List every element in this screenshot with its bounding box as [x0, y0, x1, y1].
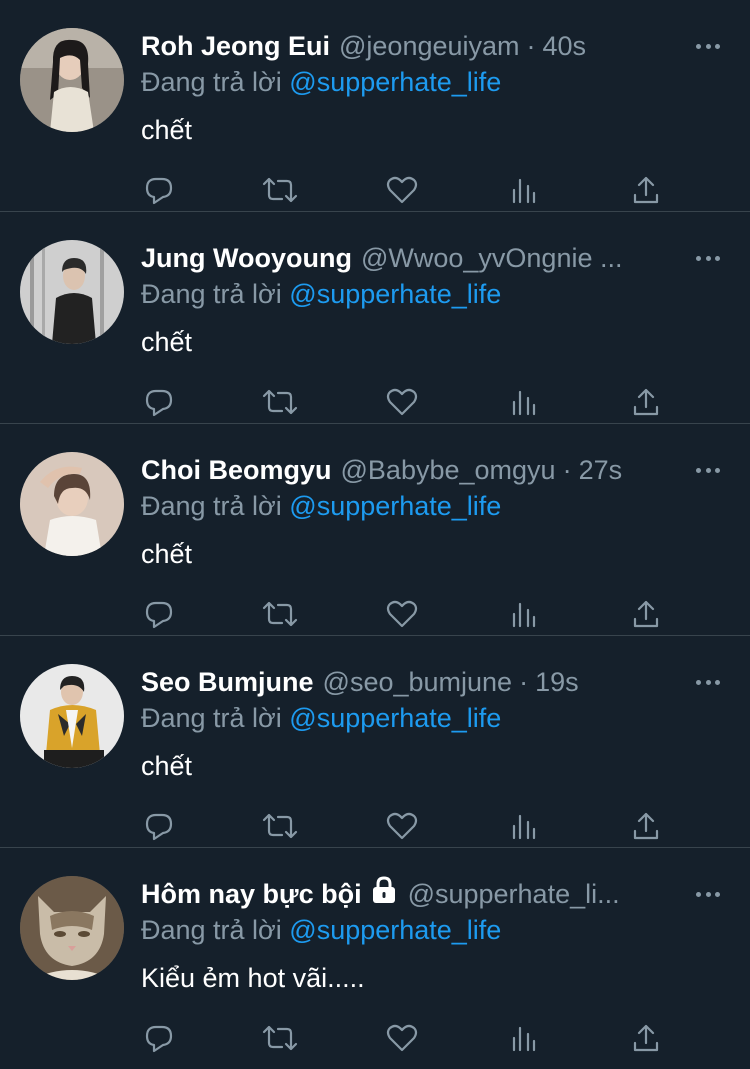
timestamp[interactable]: 40s [543, 28, 587, 64]
separator-dot: · [526, 31, 536, 61]
reply-prefix: Đang trả lời [141, 67, 282, 97]
reply-icon[interactable] [139, 170, 179, 210]
like-icon[interactable] [382, 806, 422, 846]
display-name[interactable]: Roh Jeong Eui [141, 28, 330, 64]
more-horizontal-icon[interactable] [696, 884, 720, 904]
replying-to: Đang trả lời @supperhate_life [141, 700, 501, 736]
more-horizontal-icon[interactable] [696, 672, 720, 692]
user-handle[interactable]: @supperhate_li... [408, 876, 620, 912]
tweet-header: Roh Jeong Eui @jeongeuiyam · 40s [141, 28, 670, 64]
tweet-header: Jung Wooyoung @Wwoo_yvOngnie ... [141, 240, 670, 276]
like-icon[interactable] [382, 170, 422, 210]
tweet[interactable]: Hôm nay bực bội @supperhate_li... Đang t… [0, 848, 750, 1060]
tweet[interactable]: Choi Beomgyu @Babybe_omgyu · 27s Đang tr… [0, 424, 750, 636]
tweet-text: chết [141, 539, 193, 569]
replying-to: Đang trả lời @supperhate_life [141, 488, 501, 524]
analytics-icon[interactable] [504, 806, 544, 846]
tweet[interactable]: Seo Bumjune @seo_bumjune · 19s Đang trả … [0, 636, 750, 848]
avatar[interactable] [20, 240, 124, 344]
tweet-header: Seo Bumjune @seo_bumjune · 19s [141, 664, 670, 700]
retweet-icon[interactable] [260, 382, 300, 422]
tweet[interactable]: Jung Wooyoung @Wwoo_yvOngnie ... Đang tr… [0, 212, 750, 424]
replying-to: Đang trả lời @supperhate_life [141, 64, 501, 100]
analytics-icon[interactable] [504, 594, 544, 634]
display-name[interactable]: Seo Bumjune [141, 664, 314, 700]
mention-link[interactable]: @supperhate_life [289, 67, 501, 97]
tweet-header: Choi Beomgyu @Babybe_omgyu · 27s [141, 452, 670, 488]
share-icon[interactable] [626, 594, 666, 634]
like-icon[interactable] [382, 1018, 422, 1058]
timestamp[interactable]: 19s [535, 664, 579, 700]
tweet-text: chết [141, 751, 193, 781]
retweet-icon[interactable] [260, 170, 300, 210]
tweet[interactable]: Roh Jeong Eui @jeongeuiyam · 40s Đang tr… [0, 0, 750, 212]
action-bar [141, 382, 661, 422]
user-handle[interactable]: @Wwoo_yvOngnie ... [361, 240, 623, 276]
share-icon[interactable] [626, 1018, 666, 1058]
more-horizontal-icon[interactable] [696, 36, 720, 56]
analytics-icon[interactable] [504, 382, 544, 422]
tweet-text: chết [141, 327, 193, 357]
display-name[interactable]: Choi Beomgyu [141, 452, 332, 488]
action-bar [141, 1018, 661, 1058]
retweet-icon[interactable] [260, 806, 300, 846]
more-horizontal-icon[interactable] [696, 460, 720, 480]
user-handle[interactable]: @Babybe_omgyu [341, 452, 556, 488]
tweet-text: Kiểu ẻm hot vãi..... [141, 963, 365, 993]
mention-link[interactable]: @supperhate_life [289, 279, 501, 309]
user-handle[interactable]: @seo_bumjune [323, 664, 513, 700]
replying-to: Đang trả lời @supperhate_life [141, 276, 501, 312]
avatar[interactable] [20, 876, 124, 980]
mention-link[interactable]: @supperhate_life [289, 703, 501, 733]
reply-prefix: Đang trả lời [141, 279, 282, 309]
tweet-text: chết [141, 115, 193, 145]
user-handle[interactable]: @jeongeuiyam [339, 28, 520, 64]
tweet-header: Hôm nay bực bội @supperhate_li... [141, 876, 670, 912]
avatar[interactable] [20, 28, 124, 132]
reply-icon[interactable] [139, 806, 179, 846]
separator-dot: · [562, 455, 572, 485]
replying-to: Đang trả lời @supperhate_life [141, 912, 501, 948]
share-icon[interactable] [626, 806, 666, 846]
separator-dot: · [519, 667, 529, 697]
share-icon[interactable] [626, 382, 666, 422]
share-icon[interactable] [626, 170, 666, 210]
timestamp[interactable]: 27s [579, 452, 623, 488]
mention-link[interactable]: @supperhate_life [289, 915, 501, 945]
reply-icon[interactable] [139, 594, 179, 634]
reply-icon[interactable] [139, 382, 179, 422]
analytics-icon[interactable] [504, 170, 544, 210]
retweet-icon[interactable] [260, 594, 300, 634]
analytics-icon[interactable] [504, 1018, 544, 1058]
lock-icon [369, 876, 399, 912]
action-bar [141, 594, 661, 634]
tweet-feed: Roh Jeong Eui @jeongeuiyam · 40s Đang tr… [0, 0, 750, 1069]
action-bar [141, 806, 661, 846]
action-bar [141, 170, 661, 210]
like-icon[interactable] [382, 382, 422, 422]
reply-icon[interactable] [139, 1018, 179, 1058]
avatar[interactable] [20, 452, 124, 556]
more-horizontal-icon[interactable] [696, 248, 720, 268]
avatar[interactable] [20, 664, 124, 768]
display-name[interactable]: Jung Wooyoung [141, 240, 352, 276]
reply-prefix: Đang trả lời [141, 491, 282, 521]
like-icon[interactable] [382, 594, 422, 634]
reply-prefix: Đang trả lời [141, 915, 282, 945]
reply-prefix: Đang trả lời [141, 703, 282, 733]
display-name[interactable]: Hôm nay bực bội [141, 876, 362, 912]
retweet-icon[interactable] [260, 1018, 300, 1058]
mention-link[interactable]: @supperhate_life [289, 491, 501, 521]
